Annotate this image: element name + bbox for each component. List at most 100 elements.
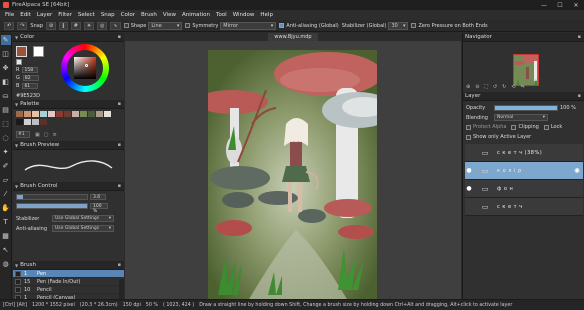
minimize-button[interactable]: — [536, 0, 552, 10]
palette-swatch[interactable] [72, 111, 79, 117]
brush-stabilizer-select[interactable]: Use Global Settings ▾ [52, 215, 114, 222]
eye-icon[interactable]: ● [465, 185, 473, 192]
zoom-in-icon[interactable]: ⊕ [466, 84, 470, 90]
eye-icon[interactable]: ● [465, 167, 473, 174]
palette-swatch[interactable] [24, 119, 31, 125]
palette-swatch[interactable] [24, 111, 31, 117]
palette-swatch[interactable] [88, 111, 95, 117]
pin-icon[interactable]: ▪ [578, 34, 581, 40]
layer-item[interactable]: ▭ с к е т ч [465, 198, 583, 216]
brush-item-pencil[interactable]: 10 Pencil [13, 286, 124, 294]
artwork-canvas[interactable] [208, 50, 377, 301]
palette-swatch[interactable] [16, 111, 23, 117]
pin-icon[interactable]: ▪ [118, 262, 121, 268]
text-tool-icon[interactable]: T [1, 217, 11, 227]
saturation-square[interactable] [74, 57, 96, 79]
foreground-color-swatch[interactable] [16, 46, 27, 57]
menu-color[interactable]: Color [118, 12, 138, 18]
menu-tool[interactable]: Tool [213, 12, 230, 18]
select-pen-icon[interactable]: ✐ [1, 161, 11, 171]
menu-edit[interactable]: Edit [17, 12, 34, 18]
palette-swatch[interactable] [32, 119, 39, 125]
blur-tool-icon[interactable]: ◍ [1, 259, 11, 269]
brush-control-header[interactable]: ▼ Brush Control ▪ [13, 182, 124, 191]
pin-icon[interactable]: ▪ [578, 93, 581, 99]
gear-icon[interactable]: ✺ [574, 167, 580, 175]
brush-antialias-select[interactable]: Use Global Settings ▾ [52, 225, 114, 232]
brush-size-slider[interactable] [16, 194, 88, 200]
brush-opacity-input[interactable]: 100 % [90, 203, 108, 214]
rotate-left-icon[interactable]: ↺ [493, 84, 497, 90]
color-marker[interactable] [85, 64, 88, 67]
color-panel-header[interactable]: ▼ Color ▪ [13, 33, 124, 42]
color-wheel[interactable] [61, 44, 109, 92]
green-input[interactable]: 82 [22, 75, 39, 81]
menu-icon[interactable]: ≡ [52, 132, 56, 138]
palette-panel-header[interactable]: ▼ Palette ▪ [13, 100, 124, 109]
pin-icon[interactable]: ▪ [118, 34, 121, 40]
layer-opacity-slider[interactable] [494, 105, 558, 111]
menu-select[interactable]: Select [75, 12, 98, 18]
magic-wand-icon[interactable]: ✦ [1, 147, 11, 157]
brush-item-pen-fade[interactable]: 15 Pen (Fade In/Out) [13, 278, 124, 286]
snap-curve-icon[interactable]: ∿ [110, 21, 121, 30]
frame-divider-icon[interactable]: ▦ [1, 231, 11, 241]
menu-filter[interactable]: Filter [55, 12, 75, 18]
palette-swatch[interactable] [64, 111, 71, 117]
eraser-tool-icon[interactable]: ◫ [1, 49, 11, 59]
navigator-header[interactable]: Navigator ▪ [463, 33, 584, 42]
symmetry-select[interactable]: Mirror ▾ [220, 21, 277, 30]
operation-tool-icon[interactable]: ↖ [1, 245, 11, 255]
palette-swatch[interactable] [48, 111, 55, 117]
close-button[interactable]: ✕ [568, 0, 584, 10]
lock-checkbox[interactable] [543, 124, 549, 130]
show-only-active-checkbox[interactable] [466, 134, 471, 140]
snap-parallel-icon[interactable]: ∥ [59, 21, 68, 30]
fill-tool-icon[interactable]: ◧ [1, 77, 11, 87]
menu-snap[interactable]: Snap [98, 12, 118, 18]
brush-preview-header[interactable]: ▼ Brush Preview ▪ [13, 141, 124, 150]
snap-radial-icon[interactable]: ✳ [83, 21, 95, 30]
menu-help[interactable]: Help [257, 12, 276, 18]
gradient-tool-icon[interactable]: ▤ [1, 105, 11, 115]
palette-swatch[interactable] [40, 111, 47, 117]
blue-input[interactable]: 61 [22, 83, 39, 89]
transparent-color-swatch[interactable] [16, 59, 22, 65]
layer-panel-header[interactable]: Layer ▪ [463, 92, 584, 101]
protect-alpha-checkbox[interactable] [466, 124, 471, 130]
layer-item[interactable]: ▭ с к е т ч (38%) [465, 144, 583, 162]
antialias-checkbox[interactable] [279, 23, 285, 28]
menu-brush[interactable]: Brush [138, 12, 160, 18]
canvas-area[interactable]: www.Bjyu.mdp [125, 33, 461, 301]
undo-button[interactable]: ↶ [4, 21, 15, 30]
redo-button[interactable]: ↷ [17, 21, 28, 30]
brush-size-input[interactable]: 3.6 [90, 194, 106, 200]
menu-animation[interactable]: Animation [179, 12, 213, 18]
snap-cross-icon[interactable]: # [70, 21, 81, 30]
snap-circle-icon[interactable]: ◎ [97, 21, 108, 30]
eyedropper-icon[interactable]: ⁄ [1, 189, 11, 199]
maximize-button[interactable]: ☐ [552, 0, 568, 10]
menu-file[interactable]: File [2, 12, 17, 18]
red-input[interactable]: 158 [22, 67, 39, 73]
menu-window[interactable]: Window [230, 12, 258, 18]
pin-icon[interactable]: ▪ [118, 142, 121, 148]
shape-checkbox[interactable] [123, 23, 129, 28]
canvas-tab[interactable]: www.Bjyu.mdp [268, 33, 318, 41]
pin-icon[interactable]: ▪ [118, 183, 121, 189]
snap-off-icon[interactable]: ⊘ [46, 21, 57, 30]
brush-opacity-slider[interactable] [16, 203, 88, 209]
palette-swatch[interactable] [40, 119, 47, 125]
shape-select[interactable]: Line ▾ [148, 21, 183, 30]
lasso-tool-icon[interactable]: ◌ [1, 133, 11, 143]
reset-view-icon[interactable]: ⟲ [511, 84, 515, 90]
brush-panel-header[interactable]: ▼ Brush ▪ [13, 261, 124, 270]
zoom-out-icon[interactable]: ⊖ [475, 84, 479, 90]
delete-color-icon[interactable]: ▢ [44, 132, 49, 138]
flip-icon[interactable]: ⇋ [521, 84, 525, 90]
palette-select[interactable]: #1 [16, 131, 30, 138]
pen-tool-icon[interactable]: ✎ [0, 35, 11, 45]
menu-view[interactable]: View [160, 12, 179, 18]
navigator-thumbnail[interactable] [513, 54, 539, 86]
layer-item[interactable]: ● ▭ к о л і р ✺ [465, 162, 583, 180]
